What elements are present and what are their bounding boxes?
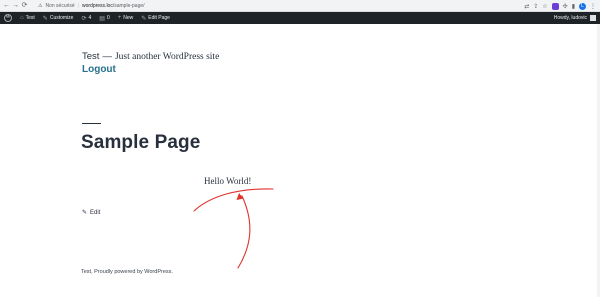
admin-bar-updates[interactable]: ⟳ 4 xyxy=(77,12,95,24)
back-icon[interactable]: ← xyxy=(2,0,11,12)
edit-label: Edit xyxy=(90,209,101,216)
url-host: wordpress.loc xyxy=(81,3,113,9)
address-bar[interactable]: ⚠ Non sécurisé | wordpress.loc/sample-pa… xyxy=(38,2,506,10)
browser-toolbar: ← → ⟳ ⚠ Non sécurisé | wordpress.loc/sam… xyxy=(0,0,600,12)
forward-icon[interactable]: → xyxy=(11,0,20,12)
pencil-icon: ✎ xyxy=(141,15,147,22)
menu-kebab-icon[interactable]: ⋮ xyxy=(590,3,596,10)
updates-icon: ⟳ xyxy=(81,15,87,22)
edit-post-link[interactable]: ✎ Edit xyxy=(82,209,101,217)
admin-bar-new[interactable]: + New xyxy=(114,12,138,24)
new-label: New xyxy=(123,15,134,21)
reload-icon[interactable]: ⟳ xyxy=(20,0,29,12)
comment-icon: ▤ xyxy=(99,15,105,22)
url-path: /sample-page/ xyxy=(112,3,145,9)
annotation-arrow-shaft xyxy=(237,195,251,269)
wp-logo-menu[interactable]: W xyxy=(0,12,16,24)
site-title[interactable]: Test xyxy=(82,51,99,62)
comments-count: 0 xyxy=(106,15,110,21)
admin-bar-edit-page[interactable]: ✎ Edit Page xyxy=(137,12,174,24)
wp-admin-bar: W ⌂ Test ✎ Customize ⟳ 4 ▤ 0 + New ✎ Edi… xyxy=(0,12,600,24)
edit-pencil-icon: ✎ xyxy=(82,210,88,216)
sidebar-icon[interactable]: ▮ xyxy=(572,3,575,10)
extensions-puzzle-icon[interactable]: ✣ xyxy=(563,3,568,10)
translate-icon[interactable]: ⇄ xyxy=(524,3,529,10)
security-label: Non sécurisé xyxy=(45,3,75,9)
plus-icon: + xyxy=(117,15,122,21)
site-footer: Test, Proudly powered by WordPress. xyxy=(81,269,173,275)
user-avatar xyxy=(590,15,596,21)
url-text: wordpress.loc/sample-page/ xyxy=(82,3,145,9)
share-icon[interactable]: ⇪ xyxy=(533,3,538,10)
url-separator: | xyxy=(77,3,79,9)
edit-page-label: Edit Page xyxy=(148,15,170,21)
page-title: Sample Page xyxy=(81,132,201,153)
site-tagline: Just another WordPress site xyxy=(114,52,220,62)
brush-icon: ✎ xyxy=(42,15,48,22)
annotation-curve xyxy=(193,188,274,212)
wordpress-logo-icon: W xyxy=(4,14,12,22)
site-name-label: Test xyxy=(25,15,35,21)
dashboard-icon: ⌂ xyxy=(20,15,24,21)
admin-bar-site-name[interactable]: ⌂ Test xyxy=(16,12,39,24)
title-divider xyxy=(82,123,101,124)
site-branding: Test — Just another WordPress site xyxy=(82,51,219,62)
warning-icon: ⚠ xyxy=(38,3,43,9)
page-content: Hello World! xyxy=(204,176,252,186)
title-dash: — xyxy=(102,51,112,62)
bookmark-star-icon[interactable]: ☆ xyxy=(542,3,547,10)
admin-bar-customize[interactable]: ✎ Customize xyxy=(39,12,78,24)
admin-bar-account[interactable]: Howdy, ludovic xyxy=(554,12,596,24)
howdy-label: Howdy, ludovic xyxy=(553,15,587,21)
menu-item-logout[interactable]: Logout xyxy=(82,64,116,75)
customize-label: Customize xyxy=(49,15,74,21)
extension-icon[interactable] xyxy=(551,2,559,10)
admin-bar-comments[interactable]: ▤ 0 xyxy=(95,12,113,24)
updates-count: 4 xyxy=(88,15,92,21)
browser-actions: ⇄ ⇪ ☆ ✣ ▮ L ⋮ xyxy=(524,0,596,12)
profile-avatar[interactable]: L xyxy=(579,2,586,10)
annotation-arrow-head xyxy=(236,193,244,200)
